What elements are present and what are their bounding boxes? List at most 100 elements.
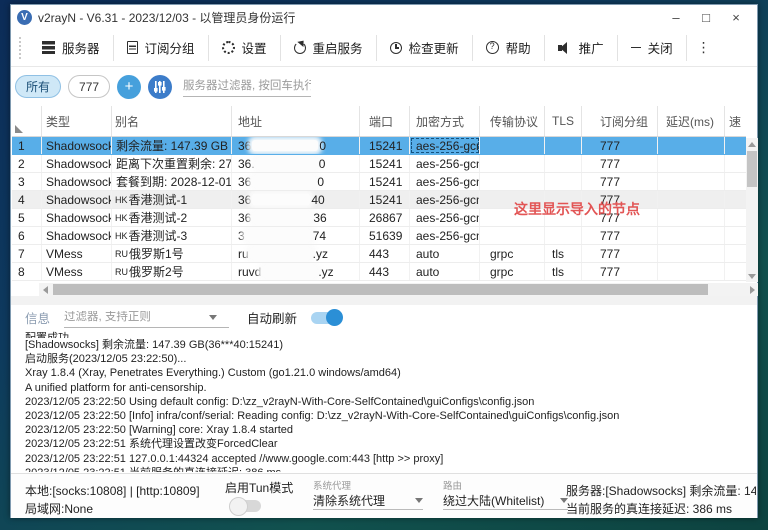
table-row[interactable]: 3 Shadowsocks 套餐到期: 2028-12-01 360 15241…	[12, 173, 746, 191]
cell-delay	[658, 191, 725, 208]
cell-delay	[658, 263, 725, 280]
alias-text: 香港测试-1	[129, 191, 188, 208]
horizontal-scroll-thumb[interactable]	[53, 284, 708, 295]
cell-alias: 剩余流量: 147.39 GB	[112, 137, 232, 154]
toolbar-button[interactable]: 设置	[209, 35, 281, 61]
header-transport[interactable]: 传输协议	[480, 106, 545, 136]
log-output: 配置成功 [Shadowsocks] 剩余流量: 147.39 GB(36***…	[25, 331, 751, 472]
address-suffix: 74	[313, 229, 326, 243]
cell-address: 36.0	[232, 155, 360, 172]
cell-delay	[658, 137, 725, 154]
header-type[interactable]: 类型	[42, 106, 112, 136]
system-proxy-select[interactable]: 清除系统代理	[313, 492, 423, 510]
routing-select[interactable]: 绕过大陆(Whitelist)	[443, 492, 568, 510]
cell-type: VMess	[42, 245, 112, 262]
address-censor-blur	[250, 248, 312, 259]
cell-rownum: 7	[12, 245, 42, 262]
table-row[interactable]: 1 Shadowsocks 剩余流量: 147.39 GB 360 15241 …	[12, 137, 746, 155]
scroll-up-icon[interactable]	[746, 138, 758, 150]
cell-rownum: 5	[12, 209, 42, 226]
cell-address: ru.yz	[232, 245, 360, 262]
auto-refresh-toggle[interactable]	[311, 312, 341, 324]
cell-port: 15241	[360, 137, 410, 154]
header-delay[interactable]: 延迟(ms)	[658, 106, 725, 136]
add-subscription-button[interactable]: +	[117, 75, 141, 99]
toolbar-grip[interactable]	[19, 37, 23, 59]
panel-splitter[interactable]	[11, 296, 757, 305]
tun-mode-toggle[interactable]	[231, 500, 261, 512]
cell-security: aes-256-gcm	[410, 209, 480, 226]
subscription-pill-all[interactable]: 所有	[15, 75, 61, 98]
toolbar-button-label: 关闭	[648, 38, 673, 57]
toolbar-button[interactable]: 关闭	[618, 35, 687, 61]
table-row[interactable]: 2 Shadowsocks 距离下次重置剩余: 27 天 36.0 15241 …	[12, 155, 746, 173]
log-line: A unified platform for anti-censorship.	[25, 381, 751, 395]
vertical-scrollbar[interactable]	[746, 138, 758, 282]
toolbar-button[interactable]: 订阅分组	[114, 35, 209, 61]
more-menu-button[interactable]: ⋮	[687, 35, 722, 61]
header-tls[interactable]: TLS	[545, 106, 582, 136]
server-filter-input[interactable]	[183, 77, 311, 97]
scroll-down-icon[interactable]	[746, 270, 758, 282]
header-port[interactable]: 端口	[360, 106, 410, 136]
cell-address: 374	[232, 227, 360, 244]
header-rownum[interactable]	[12, 106, 42, 136]
table-row[interactable]: 4 Shadowsocks HK香港测试-1 3640 15241 aes-25…	[12, 191, 746, 209]
cell-subgroup: 777	[582, 209, 658, 226]
address-suffix: 0	[317, 175, 324, 189]
log-filter-combobox[interactable]	[64, 307, 229, 328]
log-filter-input[interactable]	[64, 311, 209, 323]
address-censor-blur	[252, 194, 310, 205]
window-title: v2rayN - V6.31 - 2023/12/03 - 以管理员身份运行	[38, 9, 661, 26]
toolbar-button[interactable]: 服务器	[29, 35, 114, 61]
header-speed[interactable]: 速	[725, 106, 745, 136]
toolbar-button[interactable]: 检查更新	[377, 35, 473, 61]
toolbar-button[interactable]: 帮助	[473, 35, 545, 61]
subscription-pill-777[interactable]: 777	[68, 75, 110, 98]
toolbar-button-label: 帮助	[506, 38, 531, 57]
header-security[interactable]: 加密方式	[410, 106, 480, 136]
cell-speed	[725, 227, 745, 244]
toolbar-button[interactable]: 推广	[545, 35, 618, 61]
filter-button[interactable]	[148, 75, 172, 99]
cell-subgroup: 777	[582, 245, 658, 262]
scroll-left-icon[interactable]	[39, 284, 51, 296]
header-address[interactable]: 地址	[232, 106, 360, 136]
alias-text: 香港测试-3	[129, 227, 188, 244]
alias-text: 距离下次重置剩余: 27 天	[116, 155, 232, 172]
horizontal-scrollbar[interactable]	[39, 283, 746, 296]
scroll-right-icon[interactable]	[746, 283, 758, 296]
connection-delay-info: 当前服务的真连接延迟: 386 ms	[566, 500, 756, 517]
table-row[interactable]: 5 Shadowsocks HK香港测试-2 3636 26867 aes-25…	[12, 209, 746, 227]
table-row[interactable]: 8 VMess RU俄罗斯2号 ruvd.yz 443 auto grpc tl…	[12, 263, 746, 281]
chevron-down-icon[interactable]	[209, 315, 217, 320]
minimize-button[interactable]: –	[661, 10, 691, 25]
header-subgroup[interactable]: 订阅分组	[582, 106, 658, 136]
address-censor-blur	[256, 158, 318, 169]
toolbar-button-label: 设置	[242, 38, 267, 57]
header-alias[interactable]: 别名	[112, 106, 232, 136]
cell-transport: grpc	[480, 263, 545, 280]
cell-security: aes-256-gcm	[410, 173, 480, 190]
cell-speed	[725, 191, 745, 208]
log-line: 2023/12/05 23:22:51 127.0.0.1:44324 acce…	[25, 452, 751, 466]
cell-type: Shadowsocks	[42, 191, 112, 208]
close-button[interactable]: ×	[721, 10, 751, 25]
table-row[interactable]: 6 Shadowsocks HK香港测试-3 374 51639 aes-256…	[12, 227, 746, 245]
alias-text: 香港测试-2	[129, 209, 188, 226]
status-bar: 本地:[socks:10808] | [http:10809] 局域网:None…	[11, 473, 757, 518]
cell-port: 15241	[360, 155, 410, 172]
table-row[interactable]: 7 VMess RU俄罗斯1号 ru.yz 443 auto grpc tls …	[12, 245, 746, 263]
local-listen-info: 本地:[socks:10808] | [http:10809]	[25, 482, 200, 499]
maximize-button[interactable]: □	[691, 10, 721, 25]
vertical-scroll-thumb[interactable]	[747, 151, 757, 187]
cell-tls	[545, 191, 582, 208]
cell-speed	[725, 155, 745, 172]
cell-type: Shadowsocks	[42, 227, 112, 244]
toolbar-button[interactable]: 重启服务	[281, 35, 377, 61]
cell-rownum: 3	[12, 173, 42, 190]
tab-info[interactable]: 信息	[25, 308, 50, 327]
cell-delay	[658, 245, 725, 262]
address-prefix: ruvd	[238, 265, 261, 279]
cell-speed	[725, 245, 745, 262]
